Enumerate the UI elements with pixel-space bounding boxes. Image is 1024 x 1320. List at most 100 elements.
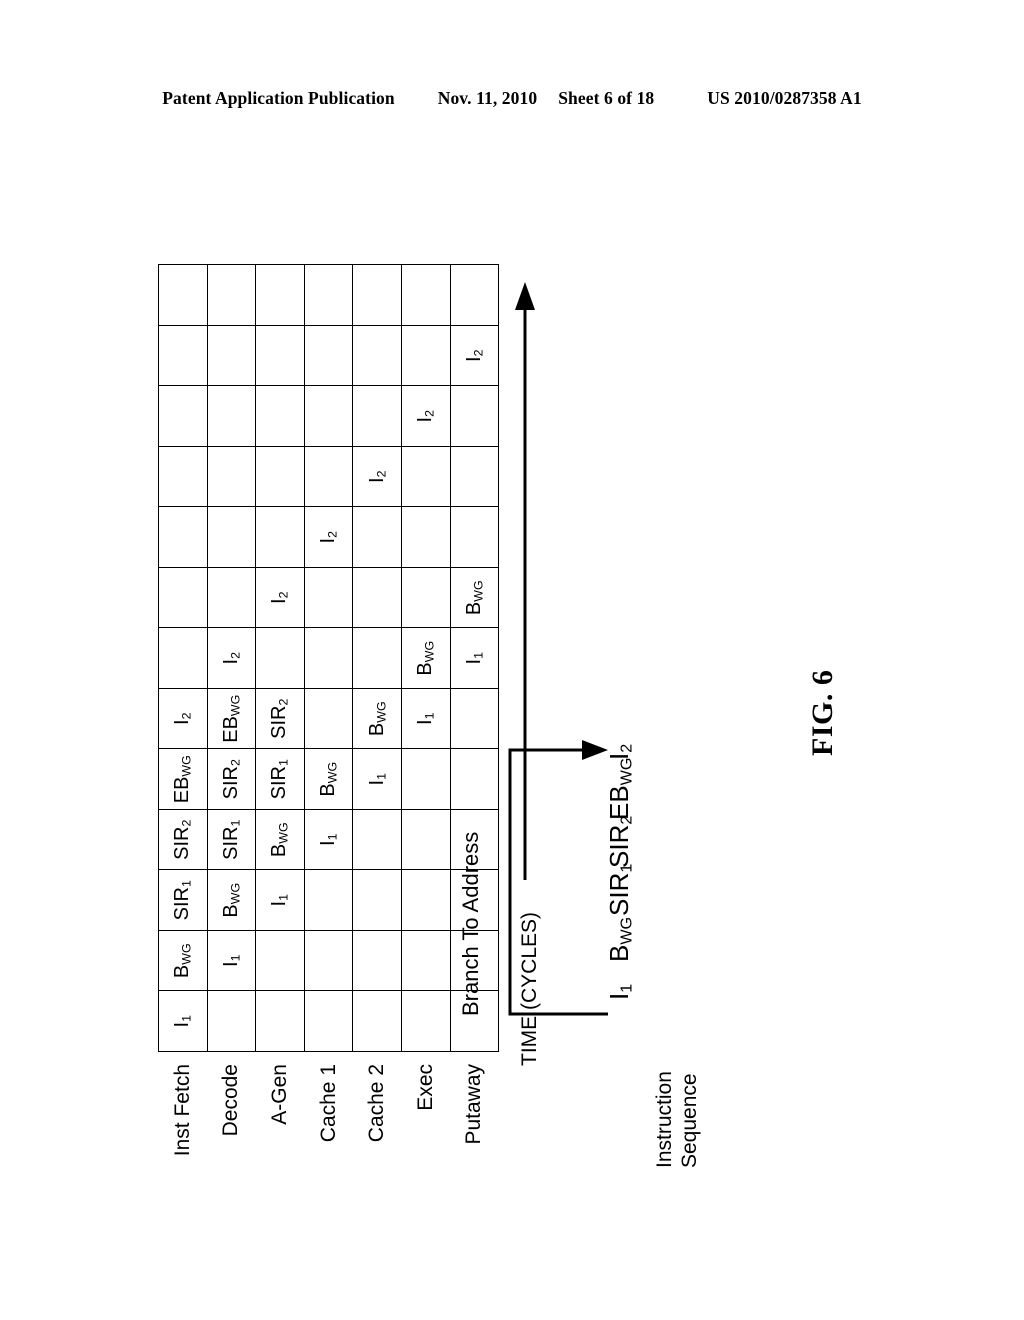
pipeline-cell-base: I (365, 477, 388, 483)
pipeline-cell (207, 325, 256, 386)
sequence-item-i2: I2 (604, 744, 637, 760)
pipeline-cell (207, 567, 256, 628)
pipeline-cell (158, 628, 208, 689)
pipeline-cell (304, 688, 353, 749)
pipeline-cell: SIR2 (158, 809, 208, 870)
pipeline-cell (207, 991, 256, 1052)
pipeline-cell-base: I (171, 719, 194, 725)
pipeline-cell: I2 (207, 628, 256, 689)
publication-title: Patent Application Publication (162, 88, 395, 108)
pipeline-cell: BWG (207, 870, 256, 931)
pipeline-cell-sub: WG (325, 761, 340, 784)
pipeline-cell (158, 507, 208, 568)
pipeline-cell (255, 386, 305, 447)
pipeline-row-exec: Exec I1 BWG I2 (401, 265, 451, 1168)
pipeline-cell: BWG (304, 749, 353, 810)
pipeline-cell (255, 930, 305, 991)
pipeline-cell (304, 628, 353, 689)
pipeline-cell (207, 507, 256, 568)
pipeline-cell (158, 265, 208, 326)
pipeline-cell (450, 870, 499, 931)
stage-label-putaway: Putaway (462, 1064, 486, 1145)
pipeline-cell (304, 870, 353, 931)
stage-label-inst-fetch: Inst Fetch (170, 1064, 194, 1157)
pipeline-cell-sub: WG (422, 640, 437, 663)
pipeline-cell: I1 (304, 809, 353, 870)
pipeline-cell (158, 325, 208, 386)
pipeline-cell (158, 386, 208, 447)
stage-label-decode: Decode (219, 1064, 243, 1137)
patent-publication-number: US 2010/0287358 A1 (707, 88, 862, 108)
pipeline-timing-grid: Inst Fetch I1 BWG SIR1 SIR2 EBWG I2 Decode I1 BWG… (158, 265, 499, 1169)
pipeline-cell-base: EB (219, 716, 242, 743)
pipeline-cell: EBWG (207, 688, 256, 749)
sequence-item-i1: I1 (604, 984, 637, 1000)
pipeline-cell-sub: WG (228, 694, 243, 717)
pipeline-cell (304, 325, 353, 386)
instruction-sequence-legend: Instruction Sequence Branch To Address I… (458, 698, 788, 1168)
pipeline-row-cache-1: Cache 1 I1 BWG I2 (304, 265, 353, 1168)
pipeline-cell-base: I (414, 719, 437, 725)
pipeline-cell (401, 507, 451, 568)
stage-label-a-gen: A-Gen (267, 1064, 291, 1125)
pipeline-cell (304, 930, 353, 991)
pipeline-cell (158, 567, 208, 628)
pipeline-cell-base: SIR (171, 826, 194, 860)
pipeline-cell (450, 749, 499, 810)
pipeline-cell-base: I (268, 598, 291, 604)
sequence-item-ebwg-sub: WG (617, 757, 636, 786)
pipeline-cell-base: SIR (171, 887, 194, 921)
pipeline-cell (401, 325, 451, 386)
pipeline-cell-base: B (414, 662, 437, 676)
pipeline-cell-sub: 1 (325, 833, 340, 841)
pipeline-cell-base: B (317, 783, 340, 797)
pipeline-cell (450, 507, 499, 568)
pipeline-cell (401, 446, 451, 507)
pipeline-cell: SIR1 (158, 870, 208, 931)
pipeline-cell: BWG (352, 688, 402, 749)
sequence-item-ebwg: EBWG (604, 758, 637, 820)
sequence-item-bwg: BWG (604, 917, 637, 962)
pipeline-cell-sub: 1 (179, 880, 194, 888)
stage-label-cache-2: Cache 2 (365, 1064, 389, 1143)
pipeline-cell-sub: 2 (422, 410, 437, 417)
pipeline-cell (304, 386, 353, 447)
pipeline-cell: I2 (158, 688, 208, 749)
pipeline-cell (401, 991, 451, 1052)
pipeline-cell-base: EB (171, 776, 194, 804)
pipeline-cell (352, 991, 402, 1052)
pipeline-cell-sub: WG (179, 943, 194, 965)
sequence-item-bwg-sub: WG (617, 916, 636, 945)
publication-date: Nov. 11, 2010 (437, 88, 538, 108)
pipeline-cell (255, 446, 305, 507)
pipeline-cell-sub: 2 (277, 591, 292, 599)
pipeline-cell (352, 265, 402, 326)
pipeline-cell-base: B (268, 843, 291, 858)
pipeline-cell-sub: 1 (277, 894, 292, 901)
pipeline-cell (450, 265, 499, 326)
pipeline-cell (352, 870, 402, 931)
pipeline-cell (255, 628, 305, 689)
pipeline-cell: I2 (352, 446, 402, 507)
pipeline-cell: BWG (255, 809, 305, 870)
pipeline-cell-sub: 1 (228, 954, 243, 962)
pipeline-cell (401, 265, 451, 326)
pipeline-cell: BWG (450, 567, 499, 628)
pipeline-cell (450, 688, 499, 749)
sequence-item-i1-sub: 1 (617, 983, 636, 993)
pipeline-cell-base: B (462, 601, 485, 616)
time-axis: TIME (CYCLES) (510, 276, 556, 1066)
pipeline-cell: I1 (401, 688, 451, 749)
pipeline-cell-base: SIR (268, 705, 291, 739)
pipeline-cell (352, 386, 402, 447)
sequence-item-i2-base: I (604, 752, 634, 760)
pipeline-cell-base: I (219, 658, 242, 665)
pipeline-cell-base: I (414, 416, 437, 423)
pipeline-cell: SIR2 (207, 749, 256, 810)
pipeline-cell-sub: 2 (228, 759, 243, 767)
pipeline-cell (304, 446, 353, 507)
pipeline-cell-sub: WG (277, 822, 292, 844)
pipeline-cell: I2 (401, 386, 451, 447)
stage-label-cache-1: Cache 1 (316, 1064, 340, 1143)
pipeline-cell (304, 991, 353, 1052)
